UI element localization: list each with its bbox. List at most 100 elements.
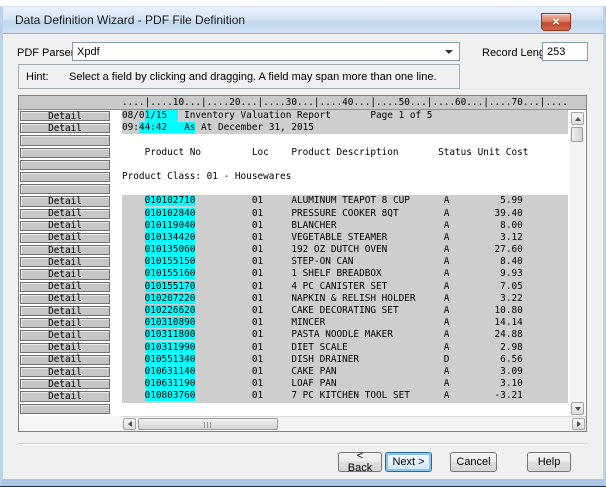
horizontal-scroll-thumb[interactable]: [138, 418, 278, 430]
row-label-cell[interactable]: Detail: [20, 355, 110, 365]
row-text[interactable]: 010102840 01 PRESSURE COOKER 8QT A 39.40: [122, 208, 568, 220]
row-text[interactable]: 010226620 01 CAKE DECORATING SET A 10.80: [122, 305, 568, 317]
preview-row[interactable]: [19, 159, 586, 171]
scroll-left-button[interactable]: [123, 418, 136, 430]
row-text[interactable]: 010119040 01 BLANCHER A 8.00: [122, 220, 568, 232]
row-text[interactable]: 010135060 01 192 OZ DUTCH OVEN A 27.60: [122, 244, 568, 256]
close-button[interactable]: ×: [541, 13, 571, 31]
row-label-cell[interactable]: Detail: [20, 379, 110, 389]
row-text[interactable]: [122, 183, 568, 195]
row-label-cell[interactable]: [20, 404, 110, 414]
row-label-cell[interactable]: Detail: [20, 245, 110, 255]
preview-row[interactable]: Detail 010631140 01 CAKE PAN A 3.09: [19, 366, 586, 378]
preview-rows[interactable]: Detail 08/01/15 Inventory Valuation Repor…: [19, 110, 586, 415]
row-text[interactable]: [122, 134, 568, 146]
row-label-cell[interactable]: Detail: [20, 221, 110, 231]
selected-field-highlight: 010155150: [145, 256, 196, 267]
row-text[interactable]: 010311990 01 DIET SCALE A 2.98: [122, 342, 568, 354]
preview-row[interactable]: Detail 010311990 01 DIET SCALE A 2.98: [19, 342, 586, 354]
row-label-cell[interactable]: Detail: [20, 209, 110, 219]
row-label-cell[interactable]: Detail: [20, 196, 110, 206]
next-button[interactable]: Next >: [385, 452, 432, 472]
preview-row[interactable]: Detail 010102840 01 PRESSURE COOKER 8QT …: [19, 208, 586, 220]
row-text[interactable]: 010631140 01 CAKE PAN A 3.09: [122, 366, 568, 378]
preview-row[interactable]: Detail 010155150 01 STEP-ON CAN A 8.40: [19, 256, 586, 268]
preview-row[interactable]: [19, 403, 586, 415]
preview-row[interactable]: Detail 08/01/15 Inventory Valuation Repor…: [19, 110, 586, 122]
preview-row[interactable]: Product Class: 01 - Housewares: [19, 171, 586, 183]
preview-row[interactable]: Detail 010119040 01 BLANCHER A 8.00: [19, 220, 586, 232]
row-label-cell[interactable]: Detail: [20, 233, 110, 243]
scroll-grip-icon: [204, 422, 213, 428]
row-label-cell[interactable]: Detail: [20, 294, 110, 304]
preview-row[interactable]: Detail 010226620 01 CAKE DECORATING SET …: [19, 305, 586, 317]
preview-row[interactable]: Detail 010102710 01 ALUMINUM TEAPOT 8 CU…: [19, 195, 586, 207]
row-text[interactable]: 010102710 01 ALUMINUM TEAPOT 8 CUP A 5.9…: [122, 195, 568, 207]
row-text[interactable]: 010551340 01 DISH DRAINER D 6.56: [122, 354, 568, 366]
pdf-parser-combobox[interactable]: Xpdf: [72, 42, 460, 61]
row-text[interactable]: 010155150 01 STEP-ON CAN A 8.40: [122, 256, 568, 268]
preview-row[interactable]: Detail 010207220 01 NAPKIN & RELISH HOLD…: [19, 293, 586, 305]
row-label-cell[interactable]: Detail: [20, 123, 110, 133]
record-length-input[interactable]: [542, 42, 588, 61]
row-label-cell[interactable]: Detail: [20, 111, 110, 121]
preview-row[interactable]: Detail 010631190 01 LOAF PAN A 3.10: [19, 378, 586, 390]
row-label-cell[interactable]: Detail: [20, 269, 110, 279]
preview-row[interactable]: Detail 010551340 01 DISH DRAINER D 6.56: [19, 354, 586, 366]
preview-row[interactable]: Detail 010155160 01 1 SHELF BREADBOX A 9…: [19, 268, 586, 280]
scroll-up-button[interactable]: [571, 112, 584, 125]
selected-field-highlight: 010226620: [145, 305, 196, 316]
scroll-down-button[interactable]: [571, 402, 584, 415]
row-label-cell[interactable]: [20, 148, 110, 158]
selected-field-highlight: 010134420: [145, 232, 196, 243]
row-text[interactable]: 010631190 01 LOAF PAN A 3.10: [122, 378, 568, 390]
row-label-cell[interactable]: [20, 184, 110, 194]
preview-row[interactable]: Detail 09:44:42 As At December 31, 2015: [19, 122, 586, 134]
row-text[interactable]: 08/01/15 Inventory Valuation Report Page…: [122, 110, 568, 122]
cancel-button[interactable]: Cancel: [450, 452, 497, 472]
help-button[interactable]: Help: [527, 452, 571, 472]
selected-field-highlight: 010311800: [145, 329, 196, 340]
row-label-cell[interactable]: Detail: [20, 282, 110, 292]
row-label-cell[interactable]: Detail: [20, 306, 110, 316]
horizontal-scrollbar[interactable]: [122, 416, 586, 431]
preview-row[interactable]: Product No Loc Product Description Statu…: [19, 147, 586, 159]
row-text[interactable]: Product No Loc Product Description Statu…: [122, 147, 568, 159]
row-text[interactable]: 010155170 01 4 PC CANISTER SET A 7.05: [122, 281, 568, 293]
preview-row[interactable]: Detail 010310890 01 MINCER A 14.14: [19, 317, 586, 329]
row-label-cell[interactable]: Detail: [20, 257, 110, 267]
row-label-cell[interactable]: Detail: [20, 343, 110, 353]
row-label-cell[interactable]: Detail: [20, 391, 110, 401]
vertical-scroll-thumb[interactable]: [571, 127, 583, 142]
row-text[interactable]: 010310890 01 MINCER A 14.14: [122, 317, 568, 329]
window-title: Data Definition Wizard - PDF File Defini…: [15, 13, 245, 27]
row-text[interactable]: [122, 159, 568, 171]
preview-row[interactable]: Detail 010155170 01 4 PC CANISTER SET A …: [19, 281, 586, 293]
row-text[interactable]: 010311800 01 PASTA NOODLE MAKER A 24.88: [122, 329, 568, 341]
selected-field-highlight: 010207220: [145, 293, 196, 304]
row-label-cell[interactable]: [20, 160, 110, 170]
scroll-right-button[interactable]: [572, 418, 585, 430]
row-text[interactable]: [122, 403, 568, 415]
row-text[interactable]: 010803760 01 7 PC KITCHEN TOOL SET A -3.…: [122, 390, 568, 402]
pdf-preview-panel[interactable]: ....|....10...|....20...|....30...|....4…: [18, 95, 587, 432]
preview-row[interactable]: Detail 010135060 01 192 OZ DUTCH OVEN A …: [19, 244, 586, 256]
row-text[interactable]: 09:44:42 As At December 31, 2015: [122, 122, 568, 134]
title-bar: Data Definition Wizard - PDF File Defini…: [3, 7, 603, 34]
preview-row[interactable]: Detail 010803760 01 7 PC KITCHEN TOOL SE…: [19, 390, 586, 402]
preview-row[interactable]: [19, 183, 586, 195]
row-label-cell[interactable]: [20, 172, 110, 182]
preview-row[interactable]: Detail 010134420 01 VEGETABLE STEAMER A …: [19, 232, 586, 244]
row-text[interactable]: 010155160 01 1 SHELF BREADBOX A 9.93: [122, 268, 568, 280]
row-label-cell[interactable]: [20, 135, 110, 145]
row-text[interactable]: 010207220 01 NAPKIN & RELISH HOLDER A 3.…: [122, 293, 568, 305]
vertical-scrollbar[interactable]: [570, 112, 585, 415]
row-label-cell[interactable]: Detail: [20, 330, 110, 340]
preview-row[interactable]: Detail 010311800 01 PASTA NOODLE MAKER A…: [19, 329, 586, 341]
row-label-cell[interactable]: Detail: [20, 318, 110, 328]
row-text[interactable]: 010134420 01 VEGETABLE STEAMER A 3.12: [122, 232, 568, 244]
row-text[interactable]: Product Class: 01 - Housewares: [122, 171, 568, 183]
back-button[interactable]: < Back: [338, 452, 382, 472]
row-label-cell[interactable]: Detail: [20, 367, 110, 377]
preview-row[interactable]: [19, 134, 586, 146]
